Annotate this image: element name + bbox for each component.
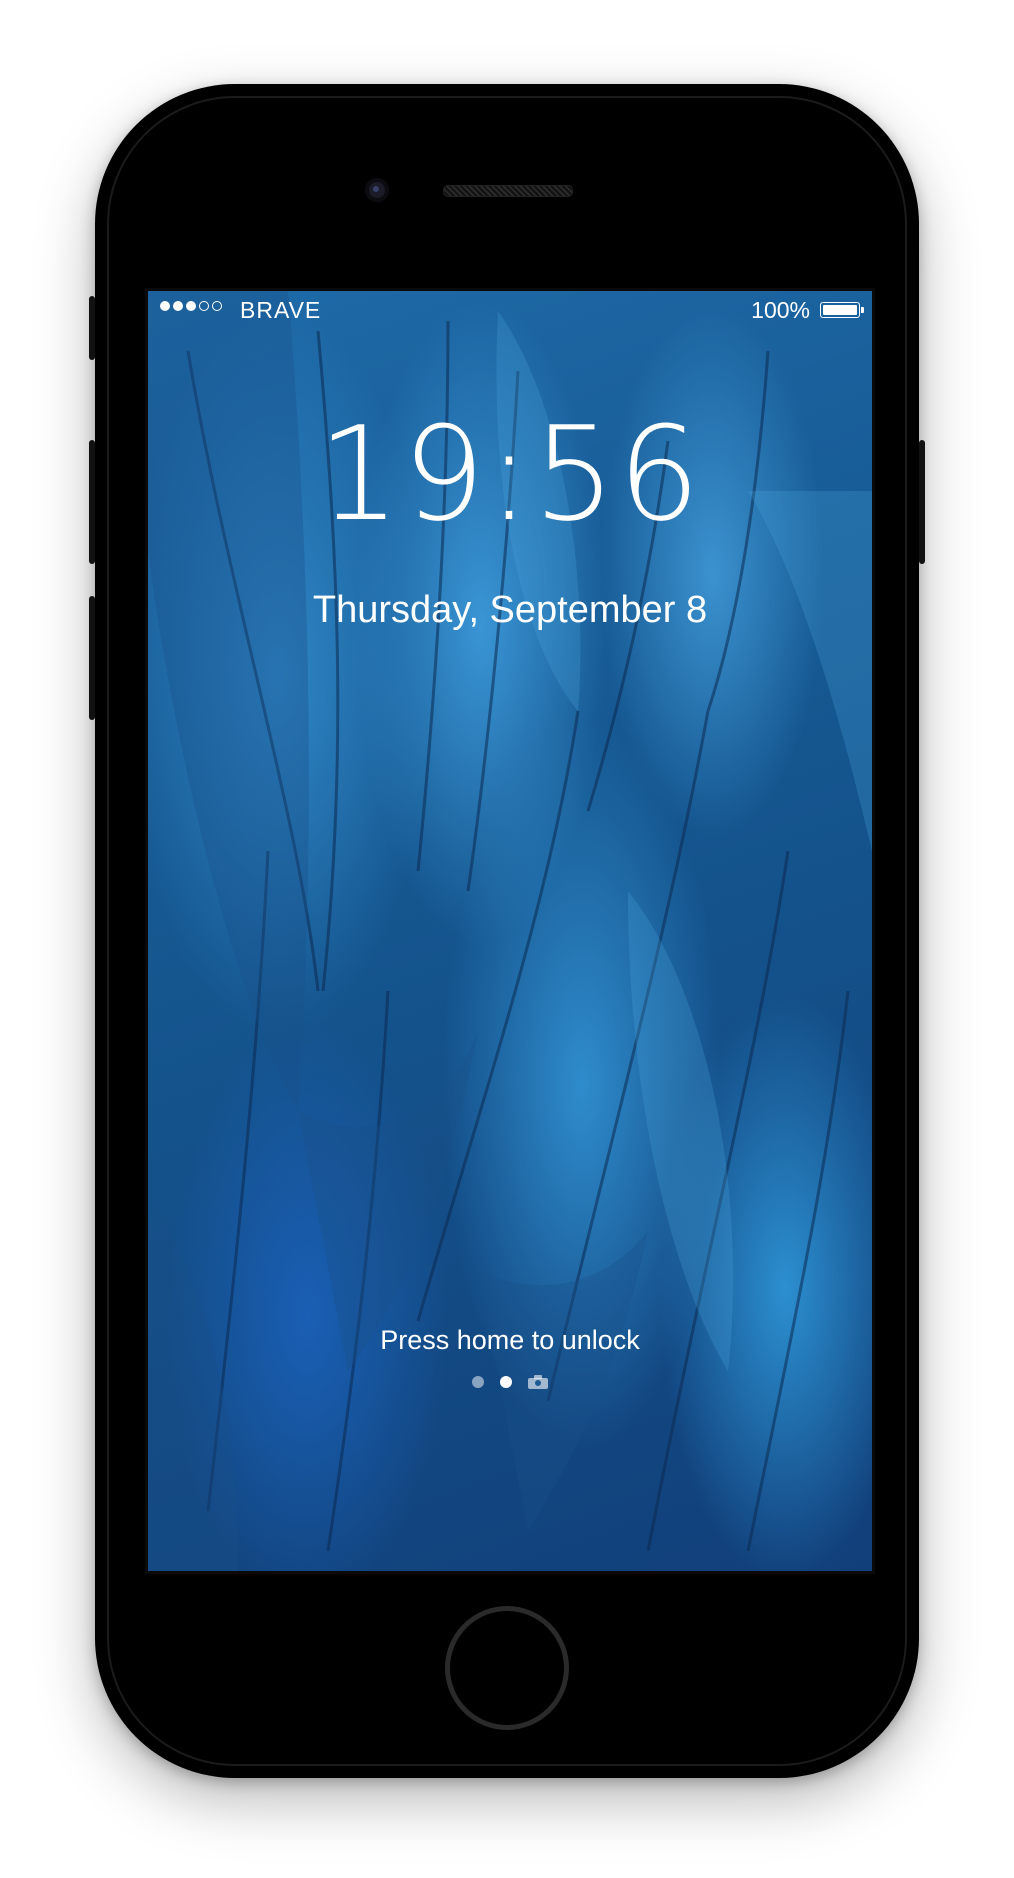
page-dot-2[interactable]: [500, 1376, 512, 1388]
phone-device: BRAVE 100% 19:56 Thursday, September 8 P…: [89, 84, 925, 1778]
status-bar: BRAVE 100%: [148, 291, 872, 331]
signal-dot: [186, 301, 196, 311]
front-camera: [365, 178, 389, 202]
battery-fill: [823, 305, 857, 315]
signal-dot: [199, 301, 209, 311]
camera-icon[interactable]: [528, 1375, 548, 1389]
power-button[interactable]: [919, 440, 925, 564]
signal-strength-icon: [160, 301, 222, 311]
mute-switch[interactable]: [89, 296, 95, 360]
page-dot-1[interactable]: [472, 1376, 484, 1388]
lock-screen[interactable]: BRAVE 100% 19:56 Thursday, September 8 P…: [145, 288, 875, 1574]
carrier-name: BRAVE: [240, 297, 322, 323]
page-indicator[interactable]: [148, 1375, 872, 1389]
camera-icon-lens: [535, 1380, 541, 1386]
home-button[interactable]: [445, 1606, 569, 1730]
volume-down-button[interactable]: [89, 596, 95, 720]
battery-percentage: 100%: [751, 297, 810, 323]
battery-tip: [861, 307, 864, 313]
battery-icon: [820, 302, 860, 318]
lock-time: 19:56: [317, 398, 703, 550]
signal-dot: [212, 301, 222, 311]
volume-up-button[interactable]: [89, 440, 95, 564]
earpiece-speaker: [443, 185, 573, 197]
signal-dot: [160, 301, 170, 311]
camera-icon-top: [534, 1375, 542, 1379]
unlock-hint: Press home to unlock: [380, 1325, 640, 1355]
lock-date: Thursday, September 8: [312, 589, 708, 631]
signal-dot: [173, 301, 183, 311]
